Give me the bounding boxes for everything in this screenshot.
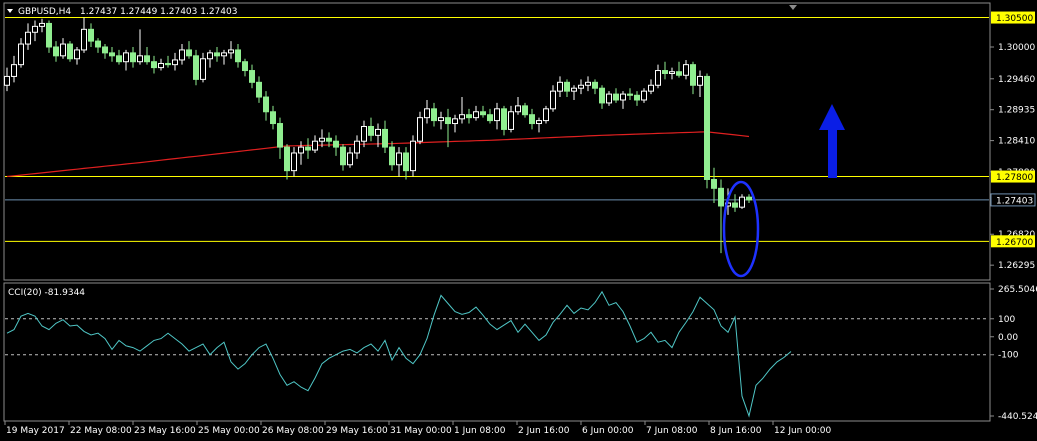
time-tick-label: 22 May 08:00 — [70, 426, 132, 436]
cci-tick-label: -100 — [998, 351, 1019, 361]
cci-tick-label: 0.00 — [998, 333, 1018, 343]
chart-header: GBPUSD,H4 1.27437 1.27449 1.27403 1.2740… — [7, 7, 237, 17]
cci-tick-label: 265.5046 — [998, 285, 1037, 295]
cci-tick-label: -440.5247 — [998, 412, 1037, 422]
time-tick-label: 6 Jun 00:00 — [582, 426, 634, 436]
time-tick-label: 31 May 00:00 — [390, 426, 452, 436]
level-label: 1.26700 — [996, 238, 1033, 248]
level-label: 1.27800 — [996, 173, 1033, 183]
price-tick-label: 1.30000 — [998, 43, 1035, 53]
price-tick-label: 1.28410 — [998, 137, 1035, 147]
ohlc-readout: 1.27437 1.27449 1.27403 1.27403 — [80, 7, 237, 17]
candle[interactable] — [704, 73, 710, 189]
price-tick-label: 1.29460 — [998, 75, 1035, 85]
time-tick-label: 26 May 08:00 — [262, 426, 324, 436]
chart-canvas[interactable]: 1.300001.294601.289351.284101.278801.268… — [0, 0, 1037, 441]
time-tick-label: 25 May 00:00 — [198, 426, 260, 436]
level-label: 1.30500 — [996, 14, 1033, 24]
time-tick-label: 1 Jun 08:00 — [454, 426, 506, 436]
symbol-label: GBPUSD,H4 — [18, 7, 71, 17]
price-tick-label: 1.28935 — [998, 106, 1035, 116]
candle[interactable] — [410, 135, 416, 177]
time-tick-label: 19 May 2017 — [6, 426, 65, 436]
cci-label: CCI(20) -81.9344 — [8, 288, 85, 298]
time-tick-label: 2 Jun 16:00 — [518, 426, 570, 436]
price-tick-label: 1.26295 — [998, 261, 1035, 271]
time-tick-label: 23 May 16:00 — [134, 426, 196, 436]
time-tick-label: 12 Jun 00:00 — [774, 426, 831, 436]
cci-tick-label: 100 — [998, 315, 1015, 325]
current-price-label: 1.27403 — [996, 196, 1033, 206]
time-tick-label: 29 May 16:00 — [326, 426, 388, 436]
candle[interactable] — [543, 105, 549, 124]
candle[interactable] — [67, 41, 73, 62]
time-tick-label: 8 Jun 16:00 — [710, 426, 762, 436]
time-tick-label: 7 Jun 08:00 — [646, 426, 698, 436]
